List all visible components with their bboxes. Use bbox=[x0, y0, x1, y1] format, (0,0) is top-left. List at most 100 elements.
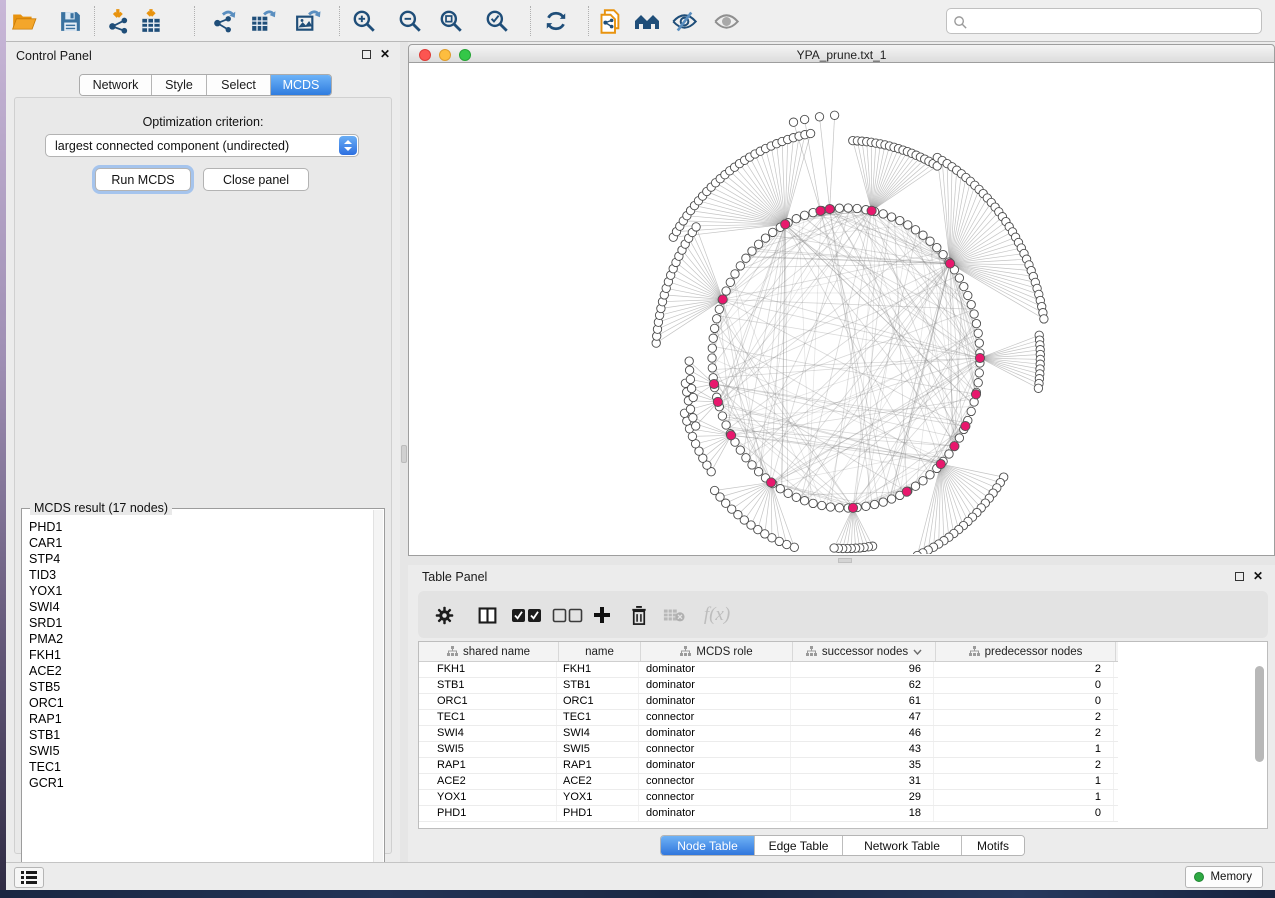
cell-name: STB1 bbox=[557, 678, 639, 693]
cell-name: SWI5 bbox=[557, 742, 639, 757]
close-panel-button[interactable]: Close panel bbox=[203, 168, 309, 191]
table-row[interactable]: RAP1RAP1dominator352 bbox=[419, 758, 1118, 774]
close-panel-icon[interactable]: ✕ bbox=[1253, 571, 1263, 581]
cell-predecessor-nodes: 1 bbox=[934, 774, 1114, 789]
cell-predecessor-nodes: 1 bbox=[934, 742, 1114, 757]
table-row[interactable]: FKH1FKH1dominator962 bbox=[419, 662, 1118, 678]
column-header-shared-name[interactable]: shared name bbox=[419, 642, 559, 661]
import-network-icon[interactable] bbox=[106, 7, 134, 35]
float-panel-icon[interactable] bbox=[1235, 572, 1244, 581]
list-item[interactable]: SWI4 bbox=[29, 599, 374, 615]
memory-label: Memory bbox=[1210, 871, 1252, 883]
list-item[interactable]: ACE2 bbox=[29, 663, 374, 679]
column-header-name[interactable]: name bbox=[559, 642, 641, 661]
column-header-predecessor-nodes[interactable]: predecessor nodes bbox=[936, 642, 1116, 661]
mcds-panel: Optimization criterion: largest connecte… bbox=[14, 97, 392, 854]
deselect-all-icon[interactable] bbox=[551, 603, 585, 627]
cell-shared-name: RAP1 bbox=[419, 758, 557, 773]
export-image-icon[interactable] bbox=[294, 7, 322, 35]
zoom-selected-icon[interactable] bbox=[483, 7, 511, 35]
list-scrollbar[interactable] bbox=[373, 510, 383, 874]
table-row[interactable]: STB1STB1dominator620 bbox=[419, 678, 1118, 694]
cell-shared-name: PHD1 bbox=[419, 806, 557, 821]
cell-shared-name: STB1 bbox=[419, 678, 557, 693]
column-header-successor-nodes[interactable]: successor nodes bbox=[793, 642, 936, 661]
delete-columns-trash-icon[interactable] bbox=[627, 603, 651, 627]
control-panel-title: Control Panel bbox=[16, 49, 92, 63]
table-scrollbar-thumb[interactable] bbox=[1255, 666, 1264, 762]
tab-select[interactable]: Select bbox=[207, 75, 271, 95]
new-network-from-selection-icon[interactable] bbox=[596, 7, 624, 35]
table-options-gear-icon[interactable] bbox=[432, 603, 456, 627]
column-type-icon bbox=[806, 646, 817, 657]
open-file-icon[interactable] bbox=[10, 7, 38, 35]
list-item[interactable]: YOX1 bbox=[29, 583, 374, 599]
export-table-icon[interactable] bbox=[249, 7, 277, 35]
tab-mcds[interactable]: MCDS bbox=[271, 75, 331, 95]
memory-button[interactable]: Memory bbox=[1185, 866, 1263, 888]
tab-style[interactable]: Style bbox=[152, 75, 207, 95]
cell-predecessor-nodes: 1 bbox=[934, 790, 1114, 805]
list-item[interactable]: STB1 bbox=[29, 727, 374, 743]
search-input[interactable] bbox=[971, 10, 1256, 32]
zoom-fit-icon[interactable] bbox=[437, 7, 465, 35]
vertical-splitter[interactable] bbox=[400, 42, 408, 862]
list-item[interactable]: SRD1 bbox=[29, 615, 374, 631]
list-item[interactable]: PMA2 bbox=[29, 631, 374, 647]
table-row[interactable]: ACE2ACE2connector311 bbox=[419, 774, 1118, 790]
show-panels-list-button[interactable] bbox=[14, 867, 44, 888]
apply-layout-icon[interactable] bbox=[542, 7, 570, 35]
tab-network[interactable]: Network bbox=[80, 75, 152, 95]
zoom-out-icon[interactable] bbox=[396, 7, 424, 35]
export-network-icon[interactable] bbox=[211, 7, 239, 35]
tab-node-table[interactable]: Node Table bbox=[661, 836, 755, 855]
tab-edge-table[interactable]: Edge Table bbox=[755, 836, 843, 855]
horizontal-splitter[interactable] bbox=[408, 556, 1275, 565]
hide-selected-icon[interactable] bbox=[670, 7, 698, 35]
splitter-grip[interactable] bbox=[838, 558, 852, 563]
run-mcds-button[interactable]: Run MCDS bbox=[95, 168, 191, 191]
tab-network-table[interactable]: Network Table bbox=[843, 836, 962, 855]
table-row[interactable]: YOX1YOX1connector291 bbox=[419, 790, 1118, 806]
main-toolbar bbox=[6, 0, 1275, 42]
table-panel: Table Panel ✕ bbox=[408, 565, 1275, 858]
list-item[interactable]: GCR1 bbox=[29, 775, 374, 791]
splitter-grip[interactable] bbox=[401, 445, 407, 463]
list-item[interactable]: FKH1 bbox=[29, 647, 374, 663]
list-item[interactable]: RAP1 bbox=[29, 711, 374, 727]
cell-shared-name: SWI5 bbox=[419, 742, 557, 757]
cell-successor-nodes: 35 bbox=[791, 758, 934, 773]
list-item[interactable]: SWI5 bbox=[29, 743, 374, 759]
table-row[interactable]: PHD1PHD1dominator180 bbox=[419, 806, 1118, 822]
first-neighbors-icon[interactable] bbox=[633, 7, 661, 35]
list-item[interactable]: TID3 bbox=[29, 567, 374, 583]
add-column-icon[interactable] bbox=[590, 603, 614, 627]
tab-motifs[interactable]: Motifs bbox=[962, 836, 1024, 855]
show-column-panel-icon[interactable] bbox=[475, 603, 499, 627]
list-item[interactable]: STB5 bbox=[29, 679, 374, 695]
import-table-icon[interactable] bbox=[137, 7, 165, 35]
table-row[interactable]: SWI5SWI5connector431 bbox=[419, 742, 1118, 758]
save-session-icon[interactable] bbox=[56, 7, 84, 35]
table-row[interactable]: ORC1ORC1dominator610 bbox=[419, 694, 1118, 710]
select-all-icon[interactable] bbox=[510, 603, 544, 627]
table-row[interactable]: TEC1TEC1connector472 bbox=[419, 710, 1118, 726]
zoom-in-icon[interactable] bbox=[350, 7, 378, 35]
optimization-criterion-select[interactable]: largest connected component (undirected) bbox=[45, 134, 359, 157]
table-row[interactable]: SWI4SWI4dominator462 bbox=[419, 726, 1118, 742]
float-panel-icon[interactable] bbox=[362, 50, 371, 59]
cell-name: PHD1 bbox=[557, 806, 639, 821]
cell-name: TEC1 bbox=[557, 710, 639, 725]
toolbar-separator bbox=[530, 6, 531, 36]
network-view-canvas[interactable] bbox=[408, 63, 1275, 556]
network-window-titlebar[interactable]: YPA_prune.txt_1 bbox=[408, 44, 1275, 63]
list-item[interactable]: STP4 bbox=[29, 551, 374, 567]
close-panel-icon[interactable]: ✕ bbox=[380, 49, 390, 59]
list-item[interactable]: CAR1 bbox=[29, 535, 374, 551]
list-item[interactable]: ORC1 bbox=[29, 695, 374, 711]
cell-successor-nodes: 29 bbox=[791, 790, 934, 805]
toolbar-separator bbox=[94, 6, 95, 36]
list-item[interactable]: PHD1 bbox=[29, 519, 374, 535]
column-header-mcds-role[interactable]: MCDS role bbox=[641, 642, 793, 661]
list-item[interactable]: TEC1 bbox=[29, 759, 374, 775]
